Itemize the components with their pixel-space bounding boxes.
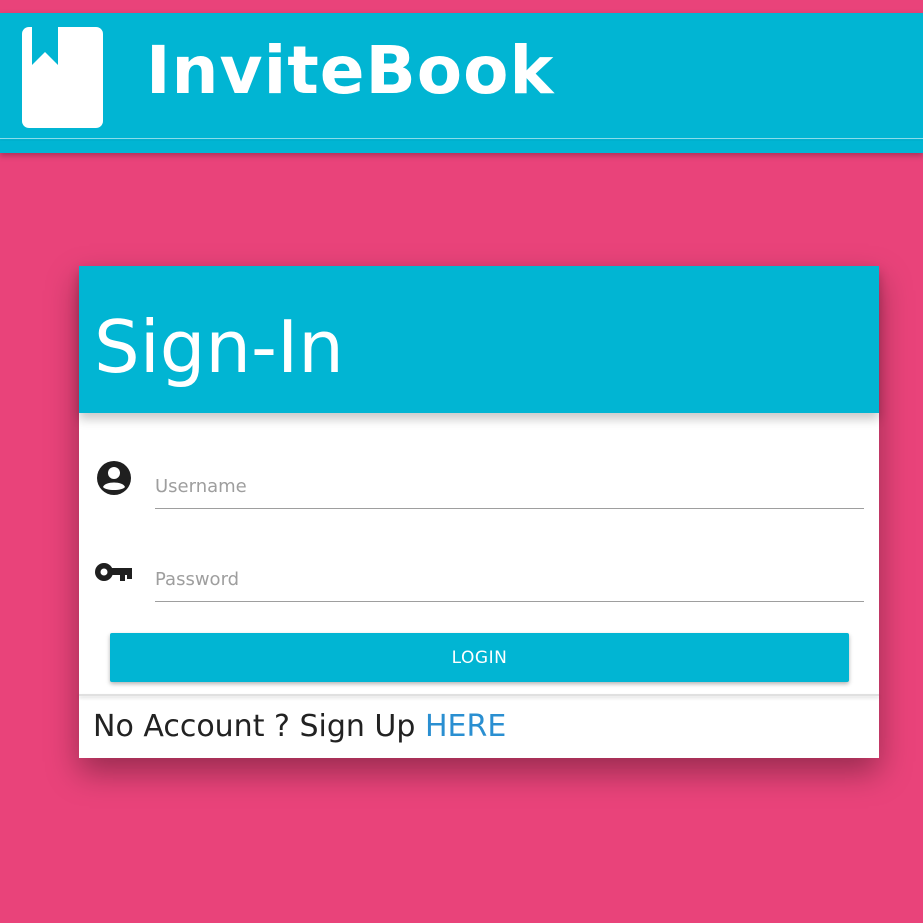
page-title: Sign-In: [94, 305, 344, 389]
brand-name: InviteBook: [146, 32, 555, 109]
header-divider: [0, 138, 923, 139]
username-input[interactable]: [155, 464, 864, 509]
card-divider: [79, 694, 879, 696]
signup-prompt-line: No Account ? Sign Up HERE: [93, 707, 506, 747]
header-bottom-strip: [0, 141, 923, 153]
bookmark-book-icon: [22, 27, 103, 128]
key-icon: [95, 563, 132, 581]
app-header: InviteBook: [0, 13, 923, 141]
signin-header: Sign-In: [79, 266, 879, 413]
password-input[interactable]: [155, 557, 864, 602]
signin-card: Sign-In LOGIN No Account ? Sign Up HERE: [79, 266, 879, 758]
signup-link[interactable]: HERE: [425, 709, 506, 744]
signup-prompt-text: No Account ? Sign Up: [93, 709, 425, 744]
login-button[interactable]: LOGIN: [110, 633, 849, 682]
account-circle-icon: [97, 461, 131, 495]
